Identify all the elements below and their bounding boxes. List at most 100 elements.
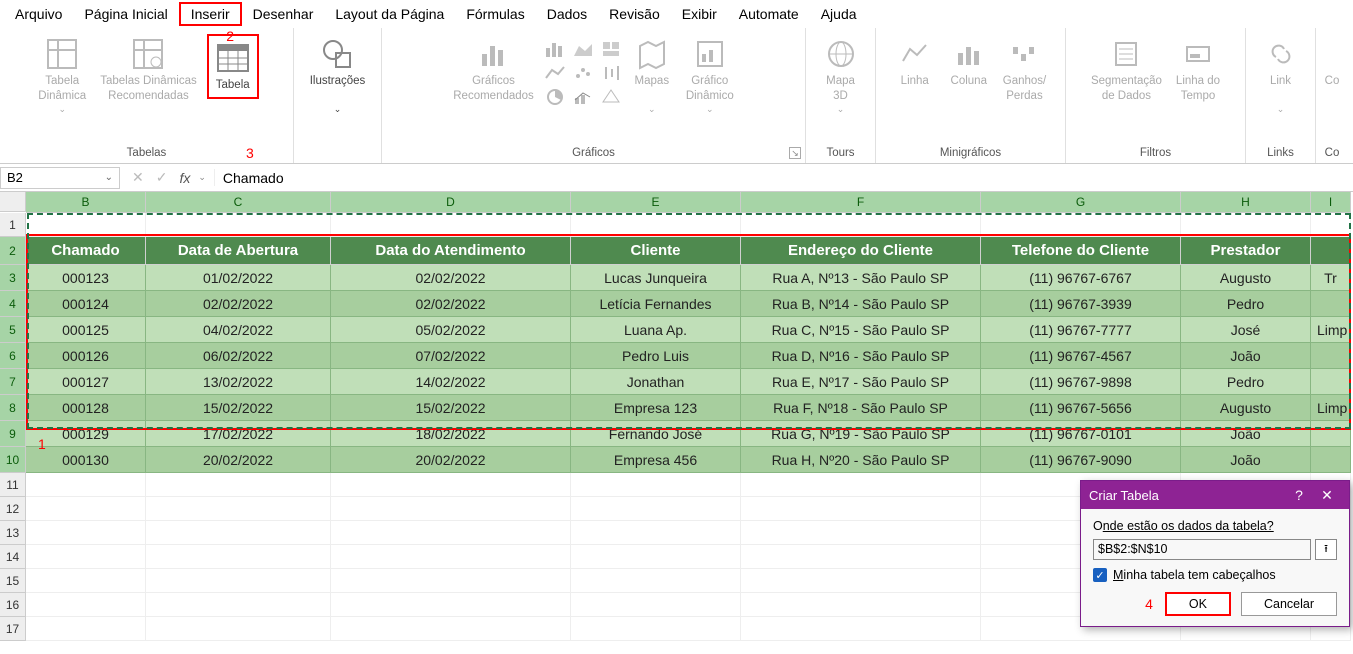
chart-bar-icon[interactable] xyxy=(544,38,566,60)
cell[interactable]: Data de Abertura xyxy=(146,237,331,265)
cell[interactable] xyxy=(741,617,981,641)
row-header-8[interactable]: 8 xyxy=(0,395,26,421)
cell[interactable]: Rua C, Nº15 - São Paulo SP xyxy=(741,317,981,343)
cell[interactable] xyxy=(741,497,981,521)
cell[interactable]: Rua E, Nº17 - São Paulo SP xyxy=(741,369,981,395)
cell[interactable]: Rua B, Nº14 - São Paulo SP xyxy=(741,291,981,317)
cell[interactable]: 000128 xyxy=(26,395,146,421)
cell[interactable] xyxy=(146,473,331,497)
cell[interactable]: Chamado xyxy=(26,237,146,265)
chart-area-icon[interactable] xyxy=(572,38,594,60)
cell[interactable] xyxy=(26,617,146,641)
cell[interactable] xyxy=(741,545,981,569)
menu-página-inicial[interactable]: Página Inicial xyxy=(73,2,178,26)
name-box[interactable]: B2 ⌄ xyxy=(0,167,120,189)
col-header-G[interactable]: G xyxy=(981,192,1181,213)
menu-arquivo[interactable]: Arquivo xyxy=(4,2,73,26)
cell[interactable]: 07/02/2022 xyxy=(331,343,571,369)
cell[interactable]: Rua G, Nº19 - São Paulo SP xyxy=(741,421,981,447)
map3d-button[interactable]: Mapa3D⌄ xyxy=(817,34,865,118)
cell[interactable] xyxy=(571,545,741,569)
cell[interactable]: 02/02/2022 xyxy=(146,291,331,317)
menu-ajuda[interactable]: Ajuda xyxy=(810,2,868,26)
cell[interactable]: 13/02/2022 xyxy=(146,369,331,395)
cell[interactable]: Jonathan xyxy=(571,369,741,395)
cell[interactable] xyxy=(26,473,146,497)
cell[interactable]: (11) 96767-4567 xyxy=(981,343,1181,369)
formula-input[interactable]: Chamado xyxy=(215,170,1353,186)
cell[interactable]: Endereço do Cliente xyxy=(741,237,981,265)
pivot-table-button[interactable]: TabelaDinâmica⌄ xyxy=(34,34,90,118)
col-header-C[interactable]: C xyxy=(146,192,331,213)
cell[interactable] xyxy=(1181,213,1311,237)
cell[interactable] xyxy=(146,593,331,617)
chart-stock-icon[interactable] xyxy=(600,62,622,84)
menu-fórmulas[interactable]: Fórmulas xyxy=(455,2,535,26)
cell[interactable] xyxy=(26,569,146,593)
chart-line-icon[interactable] xyxy=(544,62,566,84)
cell[interactable]: (11) 96767-5656 xyxy=(981,395,1181,421)
headers-checkbox[interactable]: ✓ xyxy=(1093,568,1107,582)
ok-button[interactable]: OK xyxy=(1165,592,1231,616)
maps-button[interactable]: Mapas⌄ xyxy=(628,34,676,118)
cell[interactable] xyxy=(571,617,741,641)
col-header-D[interactable]: D xyxy=(331,192,571,213)
col-header-F[interactable]: F xyxy=(741,192,981,213)
menu-desenhar[interactable]: Desenhar xyxy=(242,2,325,26)
cell[interactable]: 06/02/2022 xyxy=(146,343,331,369)
cell[interactable]: 04/02/2022 xyxy=(146,317,331,343)
accept-formula-icon[interactable]: ✓ xyxy=(152,169,172,186)
cell[interactable]: 20/02/2022 xyxy=(146,447,331,473)
select-all-corner[interactable] xyxy=(0,192,26,212)
cell[interactable]: João xyxy=(1181,343,1311,369)
cell[interactable] xyxy=(26,521,146,545)
timeline-button[interactable]: Linha doTempo xyxy=(1172,34,1224,106)
cell[interactable]: Augusto xyxy=(1181,265,1311,291)
cell[interactable] xyxy=(1311,369,1351,395)
cell[interactable]: 20/02/2022 xyxy=(331,447,571,473)
cell[interactable] xyxy=(26,497,146,521)
cell[interactable]: 02/02/2022 xyxy=(331,265,571,291)
row-header-10[interactable]: 10 xyxy=(0,447,26,473)
cell[interactable]: 000127 xyxy=(26,369,146,395)
pivot-chart-button[interactable]: GráficoDinâmico⌄ xyxy=(682,34,738,118)
cell[interactable]: (11) 96767-7777 xyxy=(981,317,1181,343)
chart-combo-icon[interactable] xyxy=(572,86,594,108)
range-picker-icon[interactable]: ⭱ xyxy=(1315,539,1337,560)
cancel-button[interactable]: Cancelar xyxy=(1241,592,1337,616)
sparkline-winloss-button[interactable]: Ganhos/Perdas xyxy=(999,34,1050,106)
cell[interactable]: Fernando José xyxy=(571,421,741,447)
cell[interactable] xyxy=(571,497,741,521)
chart-pie-icon[interactable] xyxy=(544,86,566,108)
cell[interactable] xyxy=(741,521,981,545)
cell[interactable] xyxy=(1311,291,1351,317)
cell[interactable]: Cliente xyxy=(571,237,741,265)
sparkline-line-button[interactable]: Linha xyxy=(891,34,939,91)
cell[interactable]: Pedro Luis xyxy=(571,343,741,369)
cell[interactable]: João xyxy=(1181,447,1311,473)
range-input[interactable]: $B$2:$N$10 xyxy=(1093,539,1311,560)
col-header-H[interactable]: H xyxy=(1181,192,1311,213)
row-header-15[interactable]: 15 xyxy=(0,569,26,593)
row-header-17[interactable]: 17 xyxy=(0,617,26,641)
help-icon[interactable]: ? xyxy=(1285,487,1313,504)
cell[interactable] xyxy=(741,593,981,617)
sparkline-col-button[interactable]: Coluna xyxy=(945,34,993,91)
cell[interactable] xyxy=(1311,421,1351,447)
cell[interactable] xyxy=(331,545,571,569)
cell[interactable]: Letícia Fernandes xyxy=(571,291,741,317)
cell[interactable] xyxy=(331,569,571,593)
cell[interactable]: Pedro xyxy=(1181,369,1311,395)
cell[interactable] xyxy=(981,213,1181,237)
row-header-13[interactable]: 13 xyxy=(0,521,26,545)
cell[interactable]: 15/02/2022 xyxy=(146,395,331,421)
cell[interactable]: 17/02/2022 xyxy=(146,421,331,447)
cell[interactable] xyxy=(146,213,331,237)
cell[interactable] xyxy=(146,545,331,569)
row-header-11[interactable]: 11 xyxy=(0,473,26,497)
cell[interactable] xyxy=(571,521,741,545)
col-header-I[interactable]: I xyxy=(1311,192,1351,213)
recommended-pivot-button[interactable]: Tabelas DinâmicasRecomendadas xyxy=(96,34,201,106)
dialog-titlebar[interactable]: Criar Tabela ? ✕ xyxy=(1081,481,1349,509)
close-icon[interactable]: ✕ xyxy=(1313,487,1341,504)
